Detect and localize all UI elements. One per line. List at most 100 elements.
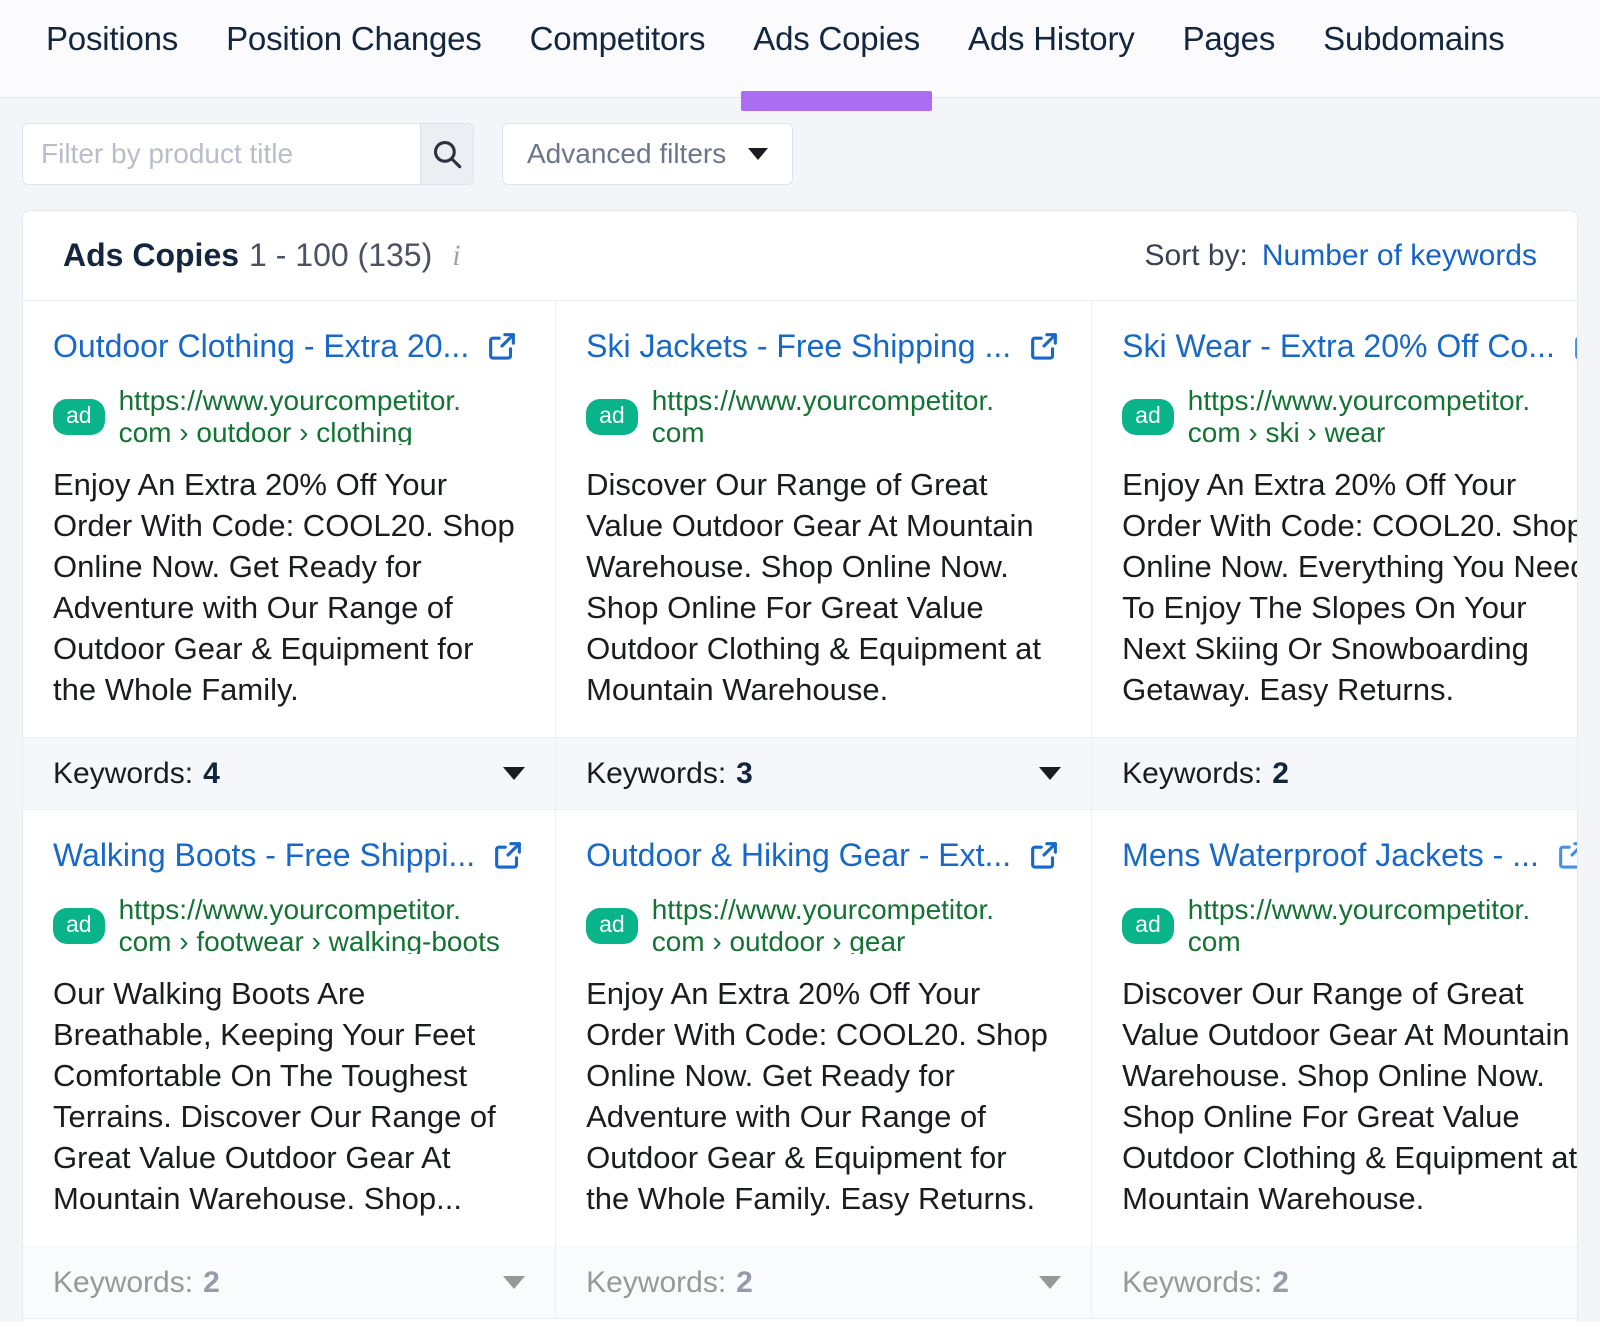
tab-label: Position Changes <box>226 20 482 57</box>
ad-desc-line: Our Walking Boots Are <box>53 976 366 1012</box>
ad-desc-line: Great Value Outdoor Gear At <box>53 1140 451 1176</box>
tab-ads-copies[interactable]: Ads Copies <box>729 0 944 111</box>
external-link-icon[interactable] <box>485 329 519 363</box>
ad-badge: ad <box>53 908 105 944</box>
search-icon <box>433 140 462 169</box>
keywords-expander[interactable]: Keywords: 3 <box>556 737 1092 809</box>
ad-desc-line: the Whole Family. <box>53 671 299 707</box>
ad-url-row: ad https://www.yourcompetitor. com › foo… <box>53 894 525 954</box>
active-tab-indicator <box>741 91 933 111</box>
ad-copy-card: Ski Wear - Extra 20% Off Co... ad https:… <box>1092 301 1578 810</box>
ad-desc-line: Outdoor Gear & Equipment for <box>586 1140 1007 1176</box>
search-button[interactable] <box>420 124 473 184</box>
external-link-icon[interactable] <box>1027 838 1061 872</box>
chevron-down-icon <box>748 148 769 160</box>
ad-copy-body: Ski Jackets - Free Shipping ... ad https… <box>556 301 1091 737</box>
info-icon[interactable]: i <box>452 240 460 271</box>
keywords-expander[interactable]: Keywords: 2 <box>1092 1246 1577 1318</box>
ad-desc-line: Mountain Warehouse. Shop... <box>53 1180 462 1216</box>
tab-competitors[interactable]: Competitors <box>506 0 730 55</box>
ad-badge: ad <box>53 399 105 435</box>
search-input[interactable] <box>23 124 420 184</box>
ad-title-link[interactable]: Mens Waterproof Jackets - ... <box>1122 836 1578 874</box>
ad-display-url[interactable]: https://www.yourcompetitor. com › ski › … <box>1188 385 1530 445</box>
keywords-count: 3 <box>736 756 753 790</box>
tab-positions[interactable]: Positions <box>22 0 202 55</box>
ad-copy-card: Outdoor & Hiking Gear - Ext... ad https:… <box>556 810 1093 1319</box>
chevron-down-icon <box>1039 767 1062 780</box>
ad-url-row: ad https://www.yourcompetitor. com › out… <box>53 385 525 445</box>
tab-label: Positions <box>46 20 179 57</box>
ad-desc-line: Terrains. Discover Our Range of <box>53 1099 496 1135</box>
keywords-expander[interactable]: Keywords: 2 <box>23 1246 556 1318</box>
keywords-expander[interactable]: Keywords: 2 <box>1092 737 1577 809</box>
panel-title: Ads Copies <box>63 237 240 273</box>
ad-badge: ad <box>586 908 638 944</box>
ad-title-text: Ski Jackets - Free Shipping ... <box>586 328 1012 364</box>
ad-desc-line: Outdoor Clothing & Equipment at <box>586 631 1042 667</box>
ad-desc-line: Order With Code: COOL20. Shop <box>53 508 515 544</box>
product-title-filter <box>22 123 474 185</box>
ad-description: Our Walking Boots Are Breathable, Keepin… <box>53 974 525 1219</box>
chevron-down-icon <box>1039 1276 1062 1289</box>
ad-desc-line: Discover Our Range of Great <box>1122 976 1524 1012</box>
ad-copy-body: Outdoor Clothing - Extra 20... ad https:… <box>23 301 555 737</box>
ad-title-link[interactable]: Ski Jackets - Free Shipping ... <box>586 327 1061 365</box>
tab-subdomains[interactable]: Subdomains <box>1299 0 1528 55</box>
ad-desc-line: Enjoy An Extra 20% Off Your <box>1122 467 1517 503</box>
panel-header: Ads Copies 1 - 100 (135) i Sort by: Numb… <box>23 211 1577 301</box>
ad-title-link[interactable]: Ski Wear - Extra 20% Off Co... <box>1122 327 1578 365</box>
ad-display-url[interactable]: https://www.yourcompetitor. com <box>1188 894 1530 954</box>
ad-description: Discover Our Range of Great Value Outdoo… <box>586 465 1061 710</box>
keywords-count: 2 <box>203 1265 220 1299</box>
ad-desc-line: Order With Code: COOL20. Shop <box>1122 508 1578 544</box>
sort-by-value[interactable]: Number of keywords <box>1262 239 1537 273</box>
tab-ads-history[interactable]: Ads History <box>944 0 1159 55</box>
ad-title-text: Outdoor & Hiking Gear - Ext... <box>586 837 1012 873</box>
ad-desc-line: Online Now. Everything You Need <box>1122 549 1578 585</box>
ad-title-link[interactable]: Outdoor Clothing - Extra 20... <box>53 327 525 365</box>
advanced-filters-dropdown[interactable]: Advanced filters <box>502 123 794 185</box>
tab-label: Competitors <box>529 20 706 57</box>
sort-control: Sort by: Number of keywords <box>1145 239 1537 273</box>
external-link-icon[interactable] <box>1555 838 1578 872</box>
ad-display-url[interactable]: https://www.yourcompetitor. com › outdoo… <box>119 385 461 445</box>
keywords-count: 2 <box>736 1265 753 1299</box>
keywords-label: Keywords: <box>1122 756 1263 790</box>
ads-copies-panel: Ads Copies 1 - 100 (135) i Sort by: Numb… <box>22 210 1578 1322</box>
ad-title-link[interactable]: Walking Boots - Free Shippi... <box>53 836 525 874</box>
ad-description: Discover Our Range of Great Value Outdoo… <box>1122 974 1577 1219</box>
keywords-expander[interactable]: Keywords: 4 <box>23 737 556 809</box>
ads-copies-grid: Outdoor Clothing - Extra 20... ad https:… <box>23 301 1577 1319</box>
ad-desc-line: Warehouse. Shop Online Now. <box>1122 1058 1545 1094</box>
ad-desc-line: Shop Online For Great Value <box>586 590 984 626</box>
ad-display-url[interactable]: https://www.yourcompetitor. com › footwe… <box>119 894 500 954</box>
ad-copy-body: Mens Waterproof Jackets - ... ad https:/… <box>1092 810 1578 1246</box>
ad-title-link[interactable]: Outdoor & Hiking Gear - Ext... <box>586 836 1061 874</box>
ad-display-url[interactable]: https://www.yourcompetitor. com › outdoo… <box>652 894 994 954</box>
keywords-count: 2 <box>1272 756 1289 790</box>
keywords-label: Keywords: <box>586 756 727 790</box>
ad-display-url[interactable]: https://www.yourcompetitor. com <box>652 385 994 445</box>
tab-position-changes[interactable]: Position Changes <box>202 0 505 55</box>
ad-desc-line: To Enjoy The Slopes On Your <box>1122 590 1527 626</box>
ad-url-line-1: https://www.yourcompetitor. <box>651 385 995 417</box>
external-link-icon[interactable] <box>1571 329 1578 363</box>
ad-desc-line: Value Outdoor Gear At Mountain <box>586 508 1034 544</box>
filter-toolbar: Advanced filters <box>0 98 1600 210</box>
ad-url-line-2: com › outdoor › gear <box>651 925 906 955</box>
advanced-filters-label: Advanced filters <box>527 138 727 169</box>
keywords-expander[interactable]: Keywords: 2 <box>556 1246 1092 1318</box>
external-link-icon[interactable] <box>491 838 525 872</box>
tab-label: Pages <box>1182 20 1276 57</box>
ad-desc-line: Adventure with Our Range of <box>53 590 453 626</box>
ad-title-text: Mens Waterproof Jackets - ... <box>1122 837 1539 873</box>
ad-url-line-2: com › ski › wear <box>1187 416 1386 446</box>
ad-copy-body: Ski Wear - Extra 20% Off Co... ad https:… <box>1092 301 1578 737</box>
ad-desc-line: Mountain Warehouse. <box>1122 1180 1425 1216</box>
ad-desc-line: Shop Online For Great Value <box>1122 1099 1520 1135</box>
external-link-icon[interactable] <box>1027 329 1061 363</box>
tab-pages[interactable]: Pages <box>1159 0 1300 55</box>
ad-description: Enjoy An Extra 20% Off Your Order With C… <box>1122 465 1578 710</box>
keywords-label: Keywords: <box>586 1265 727 1299</box>
